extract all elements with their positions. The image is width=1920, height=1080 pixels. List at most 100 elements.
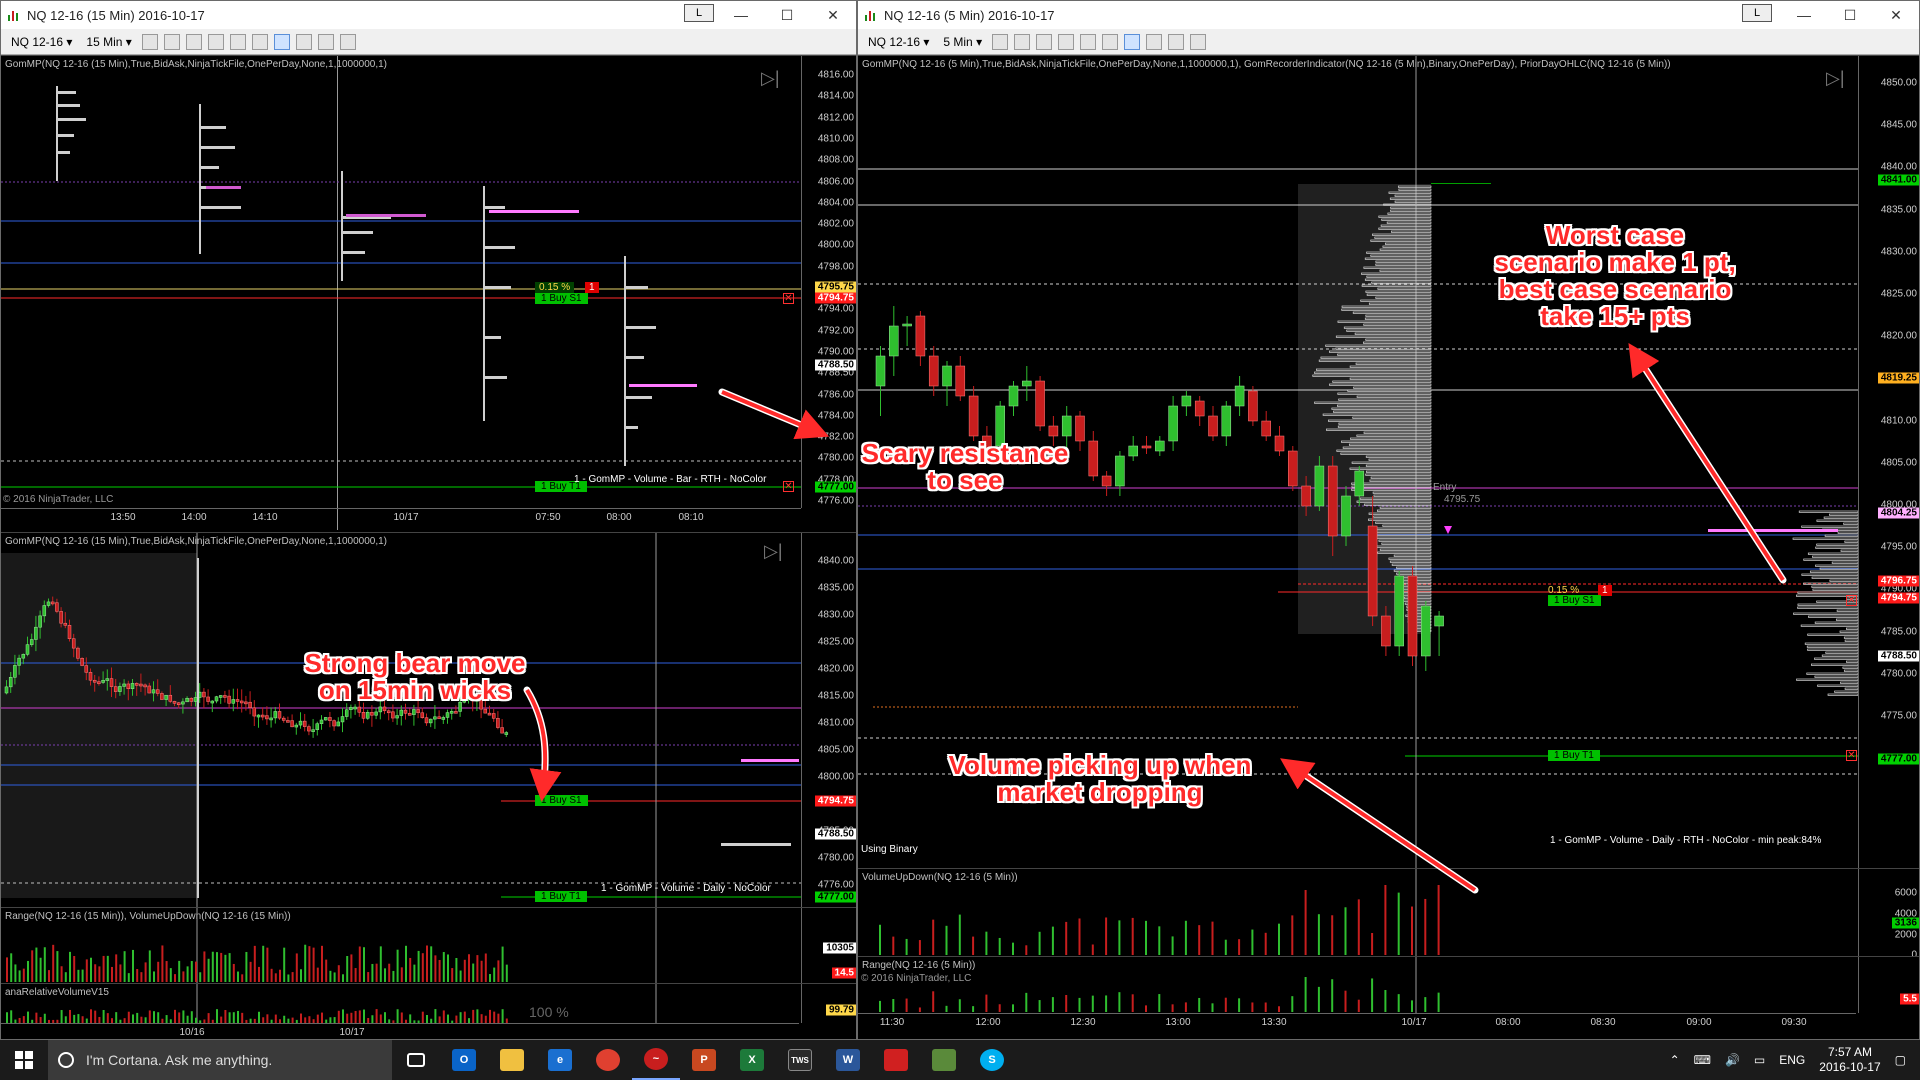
app-icon[interactable] [920, 1040, 968, 1080]
cursor-icon[interactable] [229, 33, 246, 50]
maximize-button[interactable]: ☐ [1827, 1, 1873, 29]
pencil-icon[interactable] [163, 33, 180, 50]
scroll-end-icon[interactable]: ▷| [1826, 68, 1845, 89]
left-bottom-price-pane[interactable]: GomMP(NQ 12-16 (15 Min),True,BidAsk,Ninj… [1, 532, 856, 908]
right-volume-pane[interactable]: VolumeUpDown(NQ 12-16 (5 Min)) 6000 4000… [858, 868, 1919, 961]
price-tick: 4840.00 [1880, 161, 1917, 173]
buy-s1-order[interactable]: 1 Buy S1 [535, 293, 588, 304]
zoom-icon[interactable] [251, 33, 268, 50]
bar-type-icon[interactable] [992, 33, 1009, 50]
candle [412, 709, 416, 715]
right-chart-window[interactable]: NQ 12-16 (5 Min) 2016-10-17 L — ☐ ✕ NQ 1… [857, 0, 1920, 1040]
chart-trader-icon[interactable] [1124, 33, 1141, 50]
tray-chevron-icon[interactable]: ⌃ [1670, 1053, 1680, 1067]
templates-icon[interactable] [339, 33, 356, 50]
close-button[interactable]: ✕ [1873, 1, 1919, 29]
instrument-selector[interactable]: NQ 12-16 ▾ [7, 35, 76, 49]
magic-wand-icon[interactable] [1036, 33, 1053, 50]
price-tick: 4810.00 [817, 133, 854, 145]
skype-icon[interactable]: S [968, 1040, 1016, 1080]
outlook-icon[interactable]: O [440, 1040, 488, 1080]
action-center-icon[interactable]: ▢ [1895, 1053, 1906, 1067]
link-badge[interactable]: L [684, 4, 714, 22]
data-box-icon[interactable] [1146, 33, 1163, 50]
candle [491, 713, 496, 719]
buy-t1-order[interactable]: 1 Buy T1 [1548, 750, 1600, 761]
profile-bar [1839, 630, 1858, 633]
draw-line-icon[interactable] [141, 33, 158, 50]
left-top-price-axis[interactable]: 4816.00 4814.00 4812.00 4810.00 4808.00 4806.… [801, 56, 856, 508]
clock[interactable]: 7:57 AM 2016-10-17 [1819, 1045, 1880, 1075]
price-tick: 4802.00 [817, 218, 854, 230]
ninjatrader-icon[interactable]: ~ [632, 1040, 680, 1080]
properties-icon[interactable] [1168, 33, 1185, 50]
scroll-end-icon[interactable]: ▷| [761, 68, 780, 89]
minimize-button[interactable]: — [1781, 1, 1827, 29]
task-view-icon[interactable] [392, 1040, 440, 1080]
file-explorer-icon[interactable] [488, 1040, 536, 1080]
left-window-titlebar[interactable]: NQ 12-16 (15 Min) 2016-10-17 L — ☐ ✕ [1, 1, 856, 29]
start-button[interactable] [0, 1040, 48, 1080]
language-indicator[interactable]: ENG [1779, 1053, 1805, 1067]
properties-icon[interactable] [317, 33, 334, 50]
left-relvol-pane[interactable]: anaRelativeVolumeV15 100 % 99.79 [1, 983, 856, 1024]
link-badge[interactable]: L [1742, 4, 1772, 22]
right-window-titlebar[interactable]: NQ 12-16 (5 Min) 2016-10-17 L — ☐ ✕ [858, 1, 1919, 29]
candle [496, 718, 500, 728]
eraser-icon[interactable] [1058, 33, 1075, 50]
chrome-icon[interactable] [584, 1040, 632, 1080]
close-button[interactable]: ✕ [810, 1, 856, 29]
cortana-search-box[interactable]: I'm Cortana. Ask me anything. [48, 1040, 392, 1080]
profile-bar [1844, 687, 1858, 690]
cursor-icon[interactable] [1080, 33, 1097, 50]
powerpoint-icon[interactable]: P [680, 1040, 728, 1080]
right-range-pane[interactable]: Range(NQ 12-16 (5 Min)) © 2016 NinjaTrad… [858, 956, 1919, 1014]
candle [84, 665, 89, 673]
word-icon[interactable]: W [824, 1040, 872, 1080]
pencil-icon[interactable] [1014, 33, 1031, 50]
candle [1088, 440, 1099, 477]
zoom-icon[interactable] [1102, 33, 1119, 50]
acrobat-icon[interactable] [872, 1040, 920, 1080]
order-qty-badge[interactable]: 1 [585, 282, 599, 293]
candle [437, 716, 441, 720]
right-main-price-axis[interactable]: 4850.00 4845.00 4840.00 4835.00 4830.00 4825.… [1858, 56, 1919, 868]
volume-icon[interactable]: 🔊 [1725, 1053, 1740, 1067]
price-tick: 4780.00 [817, 852, 854, 864]
candle [1381, 615, 1391, 647]
price-tick: 4815.00 [817, 690, 854, 702]
buy-t1-order[interactable]: 1 Buy T1 [535, 891, 587, 902]
network-icon[interactable]: ⌨ [1694, 1053, 1711, 1067]
candle [1288, 450, 1298, 487]
price-tick: 4816.00 [817, 69, 854, 81]
magic-wand-icon[interactable] [185, 33, 202, 50]
cancel-target-icon[interactable]: ✕ [1846, 750, 1857, 761]
candle [151, 689, 156, 694]
candle [441, 717, 446, 720]
maximize-button[interactable]: ☐ [764, 1, 810, 29]
interval-selector[interactable]: 5 Min ▾ [939, 35, 986, 49]
excel-icon[interactable]: X [728, 1040, 776, 1080]
scroll-end-icon[interactable]: ▷| [764, 541, 783, 562]
cancel-order-icon[interactable]: ✕ [783, 293, 794, 304]
left-chart-window[interactable]: NQ 12-16 (15 Min) 2016-10-17 L — ☐ ✕ NQ … [0, 0, 857, 1040]
left-range-pane[interactable]: Range(NQ 12-16 (15 Min)), VolumeUpDown(N… [1, 907, 856, 984]
candle [504, 732, 509, 735]
left-bottom-price-axis[interactable]: 4840.00 4835.00 4830.00 4825.00 4820.00 4815.… [801, 533, 856, 907]
instrument-selector[interactable]: NQ 12-16 ▾ [864, 35, 933, 49]
minimize-button[interactable]: — [718, 1, 764, 29]
left-top-price-pane[interactable]: GomMP(NQ 12-16 (15 Min),True,BidAsk,Ninj… [1, 55, 856, 530]
chart-trader-icon[interactable] [273, 33, 290, 50]
tws-icon[interactable]: TWS [776, 1040, 824, 1080]
buy-s1-order[interactable]: 1 Buy S1 [1548, 595, 1601, 606]
eraser-icon[interactable] [207, 33, 224, 50]
edge-icon[interactable]: e [536, 1040, 584, 1080]
ninjatrader-chart-icon [864, 8, 878, 22]
data-box-icon[interactable] [295, 33, 312, 50]
cancel-order-icon[interactable]: ✕ [1846, 595, 1857, 606]
templates-icon[interactable] [1190, 33, 1207, 50]
buy-s1-order[interactable]: 1 Buy S1 [535, 795, 588, 806]
cancel-target-icon[interactable]: ✕ [783, 481, 794, 492]
notification-icon[interactable]: ▭ [1754, 1053, 1765, 1067]
interval-selector[interactable]: 15 Min ▾ [82, 35, 135, 49]
